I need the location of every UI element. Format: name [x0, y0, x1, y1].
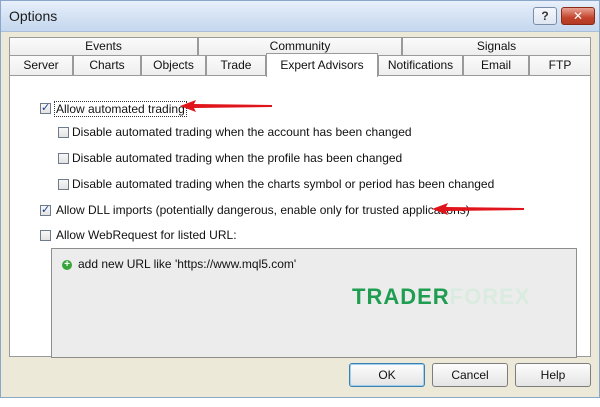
tab-objects[interactable]: Objects: [141, 55, 206, 75]
tab-server[interactable]: Server: [9, 55, 73, 75]
disable-account-changed-checkbox[interactable]: [58, 127, 69, 138]
help-title-button[interactable]: ?: [533, 7, 557, 25]
allow-automated-trading-label[interactable]: Allow automated trading: [54, 101, 187, 117]
allow-automated-trading-checkbox[interactable]: [40, 101, 51, 114]
disable-symbol-changed-checkbox[interactable]: [58, 179, 69, 190]
cancel-button[interactable]: Cancel: [432, 363, 508, 387]
title-bar[interactable]: Options ? ✕: [1, 1, 599, 32]
window-title: Options: [9, 8, 58, 24]
ok-button[interactable]: OK: [349, 363, 425, 387]
allow-webrequest-label[interactable]: Allow WebRequest for listed URL:: [56, 228, 237, 242]
tab-trade[interactable]: Trade: [206, 55, 266, 75]
add-url-icon[interactable]: +: [62, 260, 72, 270]
disable-profile-changed-checkbox[interactable]: [58, 153, 69, 164]
disable-account-changed-label[interactable]: Disable automated trading when the accou…: [72, 125, 412, 139]
allow-webrequest-checkbox[interactable]: [40, 230, 51, 241]
red-arrow-icon: [180, 100, 272, 112]
close-button[interactable]: ✕: [561, 7, 595, 25]
allow-dll-imports-checkbox[interactable]: [40, 203, 51, 216]
allow-dll-imports-label[interactable]: Allow DLL imports (potentially dangerous…: [56, 203, 470, 217]
disable-symbol-changed-label[interactable]: Disable automated trading when the chart…: [72, 177, 494, 191]
tab-charts[interactable]: Charts: [73, 55, 141, 75]
disable-profile-changed-label[interactable]: Disable automated trading when the profi…: [72, 151, 402, 165]
red-arrow-icon: [432, 203, 524, 215]
tab-notifications[interactable]: Notifications: [378, 55, 463, 75]
options-window: Options ? ✕ Events Community Signals Ser…: [0, 0, 600, 398]
watermark-part-2: FOREX: [449, 284, 531, 309]
watermark-part-1: TRADER: [352, 284, 450, 309]
tab-expert-advisors[interactable]: Expert Advisors: [266, 53, 378, 77]
url-list[interactable]: + add new URL like 'https://www.mql5.com…: [51, 248, 577, 358]
watermark-logo: TRADERFOREX: [352, 284, 530, 310]
tab-ftp[interactable]: FTP: [529, 55, 591, 75]
tab-signals[interactable]: Signals: [402, 37, 591, 55]
tab-panel: Events Community Signals Server Charts O…: [9, 37, 591, 358]
add-url-item[interactable]: add new URL like 'https://www.mql5.com': [78, 257, 296, 271]
tab-email[interactable]: Email: [463, 55, 529, 75]
help-button[interactable]: Help: [515, 363, 591, 387]
tab-events[interactable]: Events: [9, 37, 198, 55]
